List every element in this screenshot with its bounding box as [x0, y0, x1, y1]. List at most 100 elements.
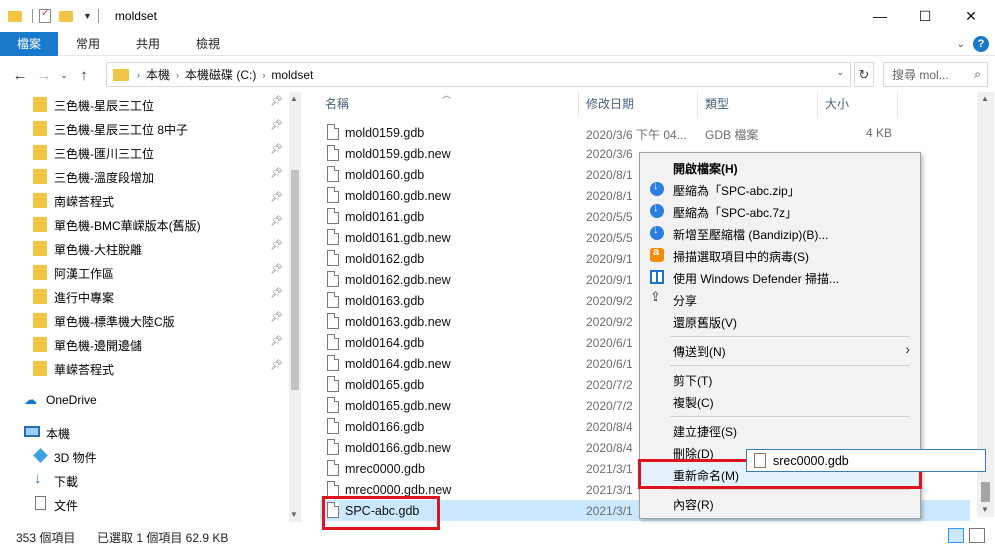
back-arrow-icon[interactable]: ← — [8, 67, 32, 84]
rename-input[interactable]: srec0000.gdb — [746, 449, 986, 472]
menu-item-create-shortcut[interactable]: 建立捷徑(S) — [640, 419, 920, 441]
file-name: mold0161.gdb — [345, 210, 425, 224]
menu-item-add-to-archive[interactable]: 新增至壓縮檔 (Bandizip)(B)... — [640, 222, 920, 244]
pin-icon[interactable]: 📌︎ — [270, 336, 283, 347]
tab-home[interactable]: 常用 — [58, 32, 118, 56]
tab-share[interactable]: 共用 — [118, 32, 178, 56]
menu-item-open[interactable]: 開啟檔案(H) — [640, 156, 920, 178]
search-input[interactable]: 搜尋 mol... ⌕ — [883, 62, 988, 87]
this-pc-item[interactable]: 本機 — [0, 420, 290, 444]
quick-access-item[interactable]: 三色機-星辰三工位 8中子 📌︎ — [0, 116, 290, 140]
menu-item-properties[interactable]: 內容(R) — [640, 492, 920, 514]
document-icon — [35, 496, 46, 510]
breadcrumb-separator-icon[interactable]: › — [262, 70, 265, 80]
scrollbar-thumb[interactable] — [291, 170, 299, 390]
quick-access-item[interactable]: 阿漢工作區 📌︎ — [0, 260, 290, 284]
menu-item-send-to[interactable]: 傳送到(N) › — [640, 339, 920, 361]
menu-item-share[interactable]: 分享 — [640, 288, 920, 310]
scroll-up-icon[interactable]: ▲ — [981, 94, 989, 103]
breadcrumb-moldset[interactable]: moldset — [271, 68, 313, 82]
refresh-button[interactable]: ↻ — [854, 62, 874, 87]
share-icon — [650, 289, 664, 306]
quick-access-item[interactable]: 三色機-匯川三工位 📌︎ — [0, 140, 290, 164]
quick-access-item[interactable]: 華嵘荅程式 📌︎ — [0, 356, 290, 380]
pin-icon[interactable]: 📌︎ — [270, 96, 283, 107]
onedrive-item[interactable]: ☁ OneDrive — [0, 388, 290, 412]
menu-item-cut[interactable]: 剪下(T) — [640, 368, 920, 390]
quick-access-label: 阿漢工作區 — [54, 267, 115, 281]
pc-item-downloads[interactable]: ↓ 下載 — [0, 468, 290, 492]
tab-file[interactable]: 檔案 — [0, 31, 59, 56]
properties-icon[interactable] — [39, 8, 51, 23]
pin-icon[interactable]: 📌︎ — [270, 312, 283, 323]
quick-access-item[interactable]: 單色機-標準機大陸C版 📌︎ — [0, 308, 290, 332]
new-folder-icon[interactable] — [59, 10, 73, 22]
search-icon: ⌕ — [974, 67, 981, 81]
pin-icon[interactable]: 📌︎ — [270, 192, 283, 203]
scroll-up-icon[interactable]: ▲ — [290, 94, 298, 103]
breadcrumb-separator-icon[interactable]: › — [137, 70, 140, 80]
column-header-date[interactable]: 修改日期 — [586, 92, 634, 117]
menu-item-compress-7z[interactable]: 壓縮為「SPC-abc.7z」 — [640, 200, 920, 222]
up-arrow-icon[interactable]: ↑ — [72, 67, 96, 84]
quick-access-item[interactable]: 單色機-BMC華嵘版本(舊版) 📌︎ — [0, 212, 290, 236]
recent-locations-chevron-icon[interactable]: ⌄ — [56, 70, 72, 81]
file-row[interactable]: mold0159.gdb 2020/3/6 下午 04... GDB 檔案 4 KB — [320, 122, 970, 143]
large-icons-view-icon[interactable] — [969, 528, 985, 543]
column-divider[interactable] — [578, 92, 579, 117]
menu-item-copy[interactable]: 複製(C) — [640, 390, 920, 412]
pin-icon[interactable]: 📌︎ — [270, 168, 283, 179]
file-name: mold0160.gdb.new — [345, 189, 451, 203]
quick-access-item[interactable]: 三色機-溫度段增加 📌︎ — [0, 164, 290, 188]
pin-icon[interactable]: 📌︎ — [270, 288, 283, 299]
pin-icon[interactable]: 📌︎ — [270, 360, 283, 371]
menu-divider — [670, 416, 910, 417]
folder-icon — [33, 97, 47, 112]
breadcrumb-separator-icon[interactable]: › — [176, 70, 179, 80]
menu-item-compress-zip[interactable]: 壓縮為「SPC-abc.zip」 — [640, 178, 920, 200]
menu-item-scan-virus[interactable]: 掃描選取項目中的病毒(S) — [640, 244, 920, 266]
pin-icon[interactable]: 📌︎ — [270, 264, 283, 275]
quick-access-item[interactable]: 單色機-邊開邊儲 📌︎ — [0, 332, 290, 356]
column-header-name[interactable]: 名稱 — [325, 92, 349, 117]
column-header-type[interactable]: 類型 — [705, 92, 729, 117]
menu-item-defender-scan[interactable]: 使用 Windows Defender 掃描... — [640, 266, 920, 288]
scrollbar-thumb[interactable] — [981, 482, 990, 502]
breadcrumb-this-pc[interactable]: 本機 — [146, 66, 170, 83]
menu-item-restore-versions[interactable]: 還原舊版(V) — [640, 310, 920, 332]
file-date: 2020/7/2 — [586, 399, 633, 413]
pin-icon[interactable]: 📌︎ — [270, 120, 283, 131]
help-icon[interactable]: ? — [973, 36, 989, 52]
scroll-down-icon[interactable]: ▼ — [290, 510, 298, 519]
close-button[interactable]: ✕ — [948, 0, 994, 32]
forward-arrow-icon[interactable]: → — [32, 67, 56, 84]
pin-icon[interactable]: 📌︎ — [270, 240, 283, 251]
quick-access-item[interactable]: 南嵘荅程式 📌︎ — [0, 188, 290, 212]
minimize-button[interactable]: — — [857, 0, 903, 32]
expand-ribbon-icon[interactable]: ⌄ — [957, 39, 965, 50]
column-header-size[interactable]: 大小 — [825, 92, 849, 117]
file-icon — [327, 397, 339, 413]
address-dropdown-icon[interactable]: ⌄ — [836, 67, 844, 78]
maximize-button[interactable]: ☐ — [902, 0, 948, 32]
quick-access-item[interactable]: 進行中專案 📌︎ — [0, 284, 290, 308]
quick-access-item[interactable]: 單色機-大柱脫離 📌︎ — [0, 236, 290, 260]
menu-item-label: 剪下(T) — [673, 374, 713, 388]
pc-item-documents[interactable]: 文件 — [0, 492, 290, 516]
details-view-icon[interactable] — [948, 528, 964, 543]
quick-access-item[interactable]: 三色機-星辰三工位 📌︎ — [0, 92, 290, 116]
pin-icon[interactable]: 📌︎ — [270, 216, 283, 227]
nav-pane-scrollbar[interactable]: ▲ ▼ — [289, 92, 301, 522]
pin-icon[interactable]: 📌︎ — [270, 144, 283, 155]
address-bar[interactable]: › 本機 › 本機磁碟 (C:) › moldset ⌄ — [106, 62, 851, 87]
column-divider[interactable] — [817, 92, 818, 117]
breadcrumb-local-disk[interactable]: 本機磁碟 (C:) — [185, 66, 256, 83]
quick-access-label: 單色機-標準機大陸C版 — [54, 315, 175, 329]
avast-icon — [650, 246, 664, 262]
scroll-down-icon[interactable]: ▼ — [981, 505, 989, 514]
tab-view[interactable]: 檢視 — [178, 32, 238, 56]
column-divider[interactable] — [897, 92, 898, 117]
customize-toolbar-dropdown-icon[interactable]: ▼ — [83, 11, 92, 21]
pc-item-3d-objects[interactable]: 3D 物件 — [0, 444, 290, 468]
column-divider[interactable] — [697, 92, 698, 117]
